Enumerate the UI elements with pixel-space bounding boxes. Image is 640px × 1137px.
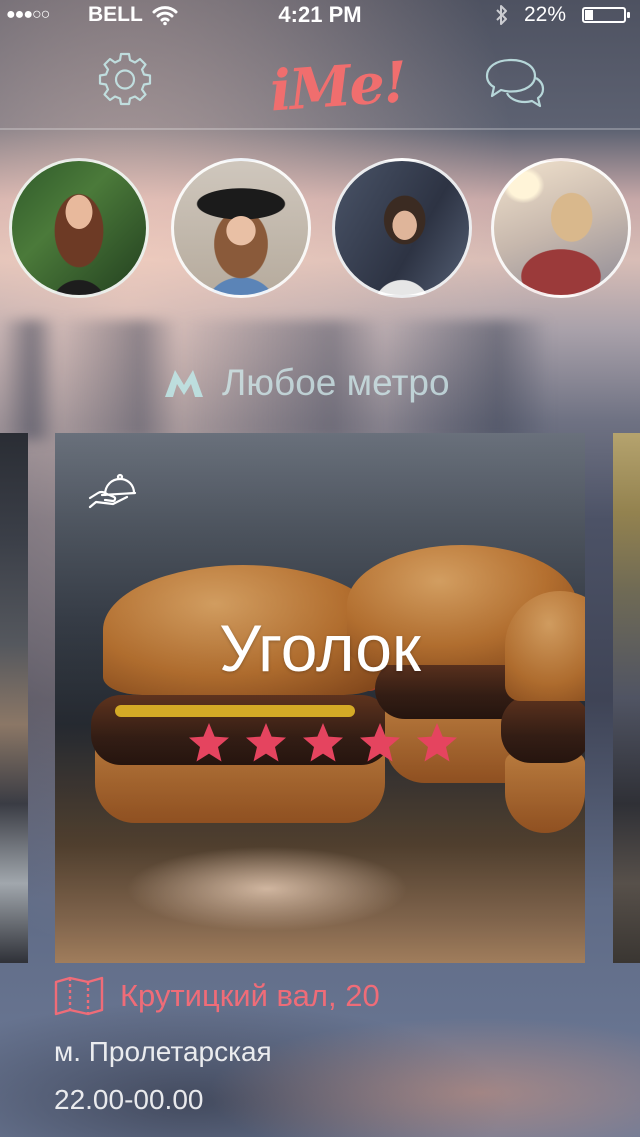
waiter-cloche-icon: [87, 471, 137, 516]
next-venue-card[interactable]: [613, 433, 640, 963]
metro-filter-label: Любое метро: [222, 362, 450, 403]
battery-percent: 22%: [524, 3, 567, 26]
nav-divider: [0, 128, 640, 130]
metro-station: м. Пролетарская: [54, 1036, 272, 1067]
profile-avatars-row: [0, 158, 640, 300]
map-icon: [54, 976, 104, 1021]
venue-rating: [187, 721, 457, 765]
previous-venue-card[interactable]: [0, 433, 28, 963]
avatar-profile-2[interactable]: [171, 158, 311, 298]
venue-address[interactable]: Крутицкий вал, 20: [54, 972, 614, 1020]
avatar-profile-1[interactable]: [9, 158, 149, 298]
app-logo: iMe!: [267, 49, 408, 125]
address-text: Крутицкий вал, 20: [120, 978, 380, 1013]
status-bar: ●●●○○ BELL 4:21 PM 22%: [0, 0, 640, 30]
avatar-profile-4[interactable]: [491, 158, 631, 298]
metro-icon: [164, 368, 204, 403]
star-icon: [358, 721, 402, 765]
venue-title: Уголок: [219, 611, 421, 685]
avatar-profile-3[interactable]: [332, 158, 472, 298]
venue-card[interactable]: Уголок: [55, 433, 585, 963]
star-icon: [187, 721, 231, 765]
battery-level: [585, 10, 593, 20]
top-nav-bar: iMe!: [0, 30, 640, 130]
star-icon: [301, 721, 345, 765]
chat-bubbles-icon[interactable]: [484, 56, 546, 117]
gear-icon[interactable]: [98, 52, 152, 111]
battery-icon: [582, 7, 630, 23]
opening-hours: 22.00-00.00: [54, 1084, 204, 1115]
star-icon: [244, 721, 288, 765]
star-icon: [415, 721, 459, 765]
